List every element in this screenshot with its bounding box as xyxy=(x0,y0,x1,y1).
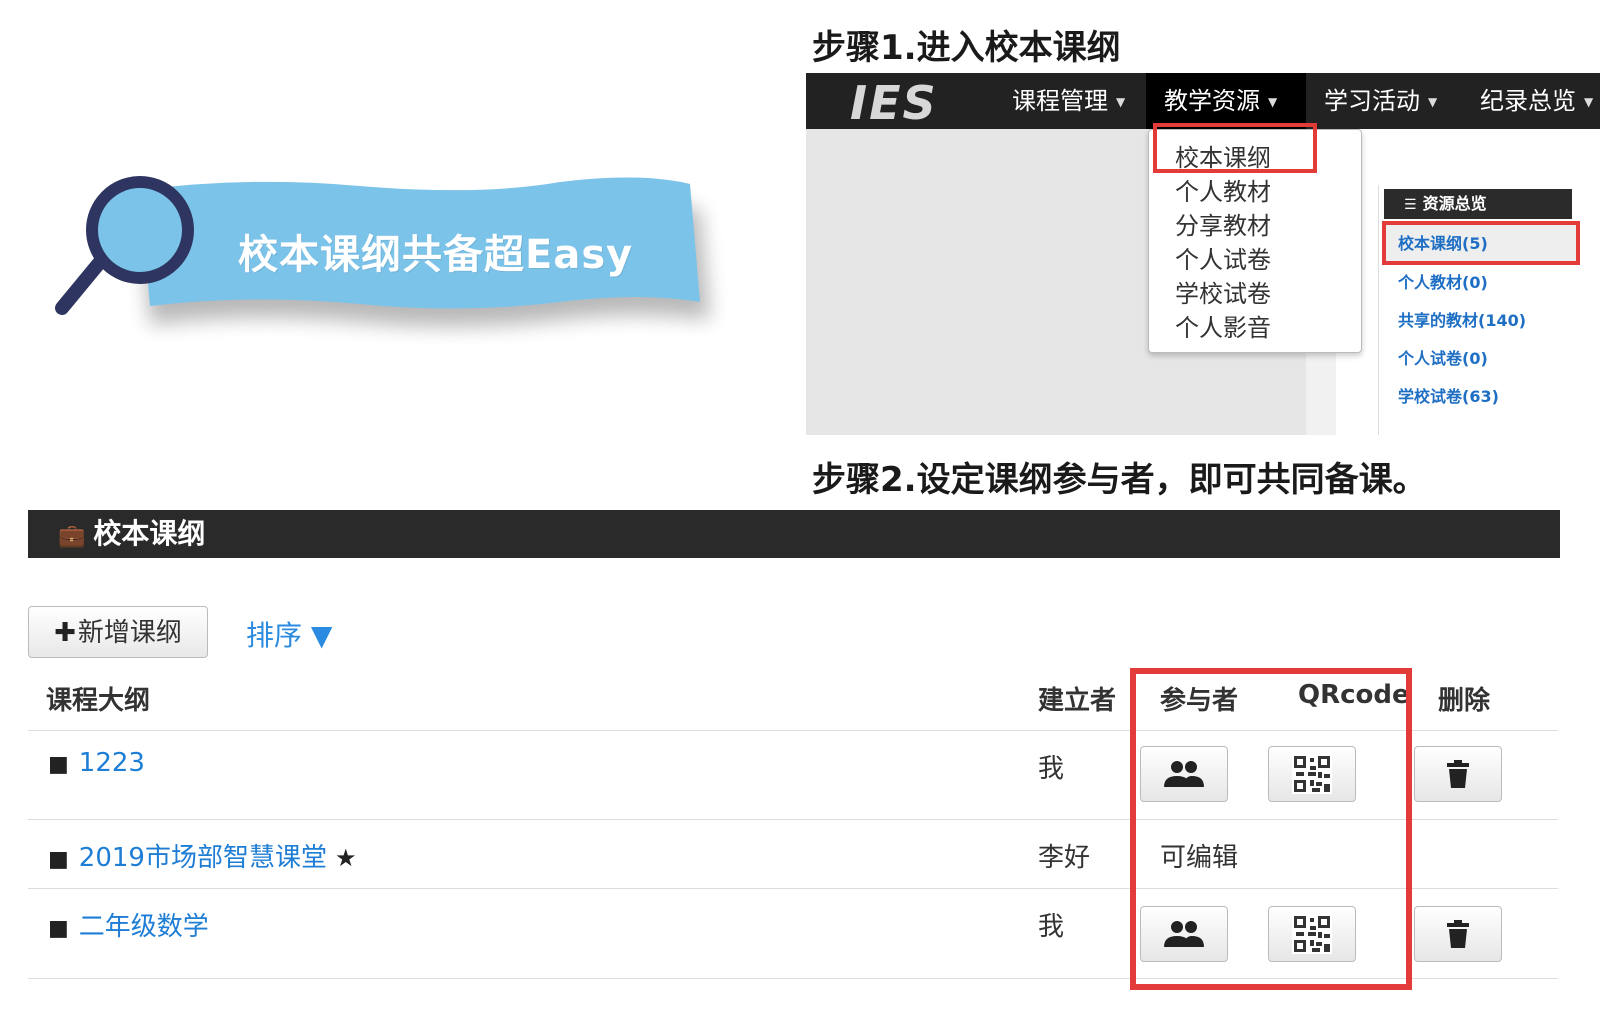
promo-banner: 校本课纲共备超Easy xyxy=(0,0,780,440)
delete-button[interactable] xyxy=(1414,906,1502,962)
add-syllabus-button[interactable]: ✚新增课纲 xyxy=(28,606,208,658)
nav-course-management[interactable]: 课程管理 ▼ xyxy=(1012,73,1125,129)
menu-item-school-tests[interactable]: 学校试卷 xyxy=(1175,274,1271,309)
ies-logo[interactable]: IES xyxy=(846,77,976,125)
list-icon: ☰ xyxy=(1404,197,1417,213)
syllabus-link[interactable]: 2019市场部智慧课堂 xyxy=(79,843,327,873)
highlight-box xyxy=(1153,123,1317,173)
nav-learning-activities[interactable]: 学习活动 ▼ xyxy=(1324,73,1437,129)
caret-down-icon: ▼ xyxy=(1116,95,1126,109)
briefcase-icon: 💼 xyxy=(58,524,86,549)
step2-heading: 步骤2.设定课纲参与者，即可共同备课。 xyxy=(812,460,1427,500)
column-header-delete: 删除 xyxy=(1438,686,1491,716)
nav-label: 教学资源 xyxy=(1164,87,1260,115)
nav-records-overview[interactable]: 纪录总览 ▼ xyxy=(1480,73,1593,129)
row-creator: 李好 xyxy=(1038,843,1091,873)
top-navbar: IES 课程管理 ▼ 教学资源 ▼ 学习活动 ▼ 纪录总览 ▼ xyxy=(806,73,1600,129)
row-creator: 我 xyxy=(1038,754,1065,784)
star-icon: ★ xyxy=(334,844,357,872)
plus-icon: ✚ xyxy=(54,618,76,648)
table-row-title[interactable]: ■ 二年级数学 xyxy=(48,906,209,943)
row-creator: 我 xyxy=(1038,912,1065,942)
menu-item-shared-materials[interactable]: 分享教材 xyxy=(1175,206,1271,241)
menu-item-personal-materials[interactable]: 个人教材 xyxy=(1175,172,1271,207)
trash-icon xyxy=(1447,760,1469,788)
panel-link-personal-tests[interactable]: 个人试卷(0) xyxy=(1398,345,1488,369)
column-header-title: 课程大纲 xyxy=(46,686,151,716)
menu-item-personal-media[interactable]: 个人影音 xyxy=(1175,308,1271,343)
caret-down-icon: ▼ xyxy=(1268,95,1278,109)
panel-header: ☰ 资源总览 xyxy=(1384,189,1572,219)
panel-link-shared-materials[interactable]: 共享的教材(140) xyxy=(1398,307,1526,331)
column-header-creator: 建立者 xyxy=(1038,686,1117,716)
delete-button[interactable] xyxy=(1414,746,1502,802)
highlight-box xyxy=(1130,668,1412,990)
syllabus-link[interactable]: 1223 xyxy=(79,748,145,778)
nav-label: 学习活动 xyxy=(1324,87,1420,115)
nav-label: 纪录总览 xyxy=(1480,87,1576,115)
caret-down-icon: ▼ xyxy=(1428,95,1438,109)
panel-link-school-tests[interactable]: 学校试卷(63) xyxy=(1398,383,1499,407)
table-row-title[interactable]: ■ 2019市场部智慧课堂 ★ xyxy=(48,837,356,874)
book-icon: ■ xyxy=(48,847,69,872)
nav-teaching-resources[interactable]: 教学资源 ▼ xyxy=(1146,73,1306,129)
menu-item-personal-tests[interactable]: 个人试卷 xyxy=(1175,240,1271,275)
magnifier-icon xyxy=(86,176,194,284)
book-icon: ■ xyxy=(48,916,69,941)
nav-label: 课程管理 xyxy=(1012,87,1108,115)
banner-title: 校本课纲共备超Easy xyxy=(238,232,634,278)
banner-graphic xyxy=(55,176,710,327)
svg-text:IES: IES xyxy=(850,77,938,125)
panel-link-personal-materials[interactable]: 个人教材(0) xyxy=(1398,269,1488,293)
table-row-title[interactable]: ■ 1223 xyxy=(48,748,145,778)
add-syllabus-label: 新增课纲 xyxy=(77,618,182,648)
section-title: 校本课纲 xyxy=(93,517,206,550)
syllabus-link[interactable]: 二年级数学 xyxy=(79,912,209,942)
highlight-box xyxy=(1382,221,1580,265)
trash-icon xyxy=(1447,920,1469,948)
panel-header-label: 资源总览 xyxy=(1422,194,1487,213)
section-header: 💼 校本课纲 xyxy=(28,510,1560,558)
step1-heading: 步骤1.进入校本课纲 xyxy=(812,28,1121,68)
book-icon: ■ xyxy=(48,752,69,777)
caret-down-icon: ▼ xyxy=(1584,95,1594,109)
step1-screenshot: IES 课程管理 ▼ 教学资源 ▼ 学习活动 ▼ 纪录总览 ▼ ☰ 资源总览 校本课纲(5… xyxy=(806,73,1600,435)
sort-dropdown[interactable]: 排序 ▼ xyxy=(246,614,332,654)
